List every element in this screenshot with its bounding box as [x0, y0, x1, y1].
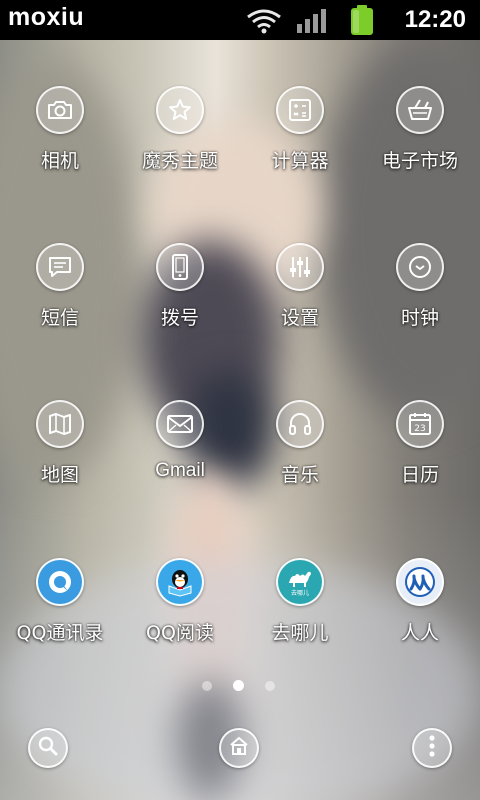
- app-dialer[interactable]: 拨号: [120, 243, 240, 330]
- camera-icon: [36, 86, 84, 134]
- status-clock: 12:20: [404, 6, 466, 33]
- app-label: 电子市场: [381, 150, 458, 172]
- app-label: 时钟: [400, 307, 439, 329]
- search-button[interactable]: [28, 728, 68, 768]
- app-label: 地图: [40, 464, 79, 486]
- app-label: 魔秀主题: [141, 150, 218, 172]
- renren-icon: [396, 558, 444, 606]
- app-maps[interactable]: 地图: [0, 400, 120, 487]
- page-dot[interactable]: [202, 681, 212, 691]
- app-label: QQ通讯录: [16, 622, 104, 644]
- home-icon: [228, 735, 250, 761]
- headphones-icon: [276, 400, 324, 448]
- basket-icon: [396, 86, 444, 134]
- menu-button[interactable]: [412, 728, 452, 768]
- app-label: 短信: [40, 307, 79, 329]
- app-label: 日历: [400, 464, 439, 486]
- status-bar: moxiu 12:20: [0, 0, 480, 40]
- signal-icon: [296, 8, 330, 38]
- home-button[interactable]: [219, 728, 259, 768]
- app-settings[interactable]: 设置: [240, 243, 360, 330]
- star-icon: [156, 86, 204, 134]
- qunar-camel-icon: 去哪儿: [276, 558, 324, 606]
- envelope-icon: [156, 400, 204, 448]
- app-label: 去哪儿: [271, 622, 329, 644]
- page-dot-active[interactable]: [233, 680, 244, 691]
- app-qq-contacts[interactable]: QQ通讯录: [0, 558, 120, 645]
- wifi-icon: [246, 8, 282, 38]
- app-qunar[interactable]: 去哪儿 去哪儿: [240, 558, 360, 645]
- app-label: QQ阅读: [146, 622, 214, 644]
- calendar-date-text: 23: [414, 424, 425, 434]
- app-label: 计算器: [271, 150, 329, 172]
- carrier-name: moxiu: [8, 3, 85, 31]
- qunar-icon-text: 去哪儿: [291, 589, 309, 597]
- app-gmail[interactable]: Gmail: [120, 400, 240, 482]
- app-calculator[interactable]: 计算器: [240, 86, 360, 173]
- app-clock[interactable]: 时钟: [360, 243, 480, 330]
- app-calendar[interactable]: 23 日历: [360, 400, 480, 487]
- battery-icon: [348, 4, 376, 40]
- app-camera[interactable]: 相机: [0, 86, 120, 173]
- message-icon: [36, 243, 84, 291]
- search-icon: [37, 735, 59, 761]
- map-icon: [36, 400, 84, 448]
- clock-icon: [396, 243, 444, 291]
- qq-reader-icon: [156, 558, 204, 606]
- app-qq-reader[interactable]: QQ阅读: [120, 558, 240, 645]
- app-label: 相机: [40, 150, 79, 172]
- app-label: 人人: [400, 622, 439, 644]
- app-label: 设置: [280, 307, 319, 329]
- qq-contacts-icon: [36, 558, 84, 606]
- app-label: Gmail: [155, 460, 205, 481]
- app-messages[interactable]: 短信: [0, 243, 120, 330]
- sliders-icon: [276, 243, 324, 291]
- app-music[interactable]: 音乐: [240, 400, 360, 487]
- calendar-icon: 23: [396, 400, 444, 448]
- app-market[interactable]: 电子市场: [360, 86, 480, 173]
- page-dot[interactable]: [265, 681, 275, 691]
- app-label: 音乐: [280, 464, 319, 486]
- app-moxiu-themes[interactable]: 魔秀主题: [120, 86, 240, 173]
- calculator-icon: [276, 86, 324, 134]
- app-label: 拨号: [160, 307, 199, 329]
- menu-dots-icon: [427, 734, 437, 762]
- phone-icon: [156, 243, 204, 291]
- app-renren[interactable]: 人人: [360, 558, 480, 645]
